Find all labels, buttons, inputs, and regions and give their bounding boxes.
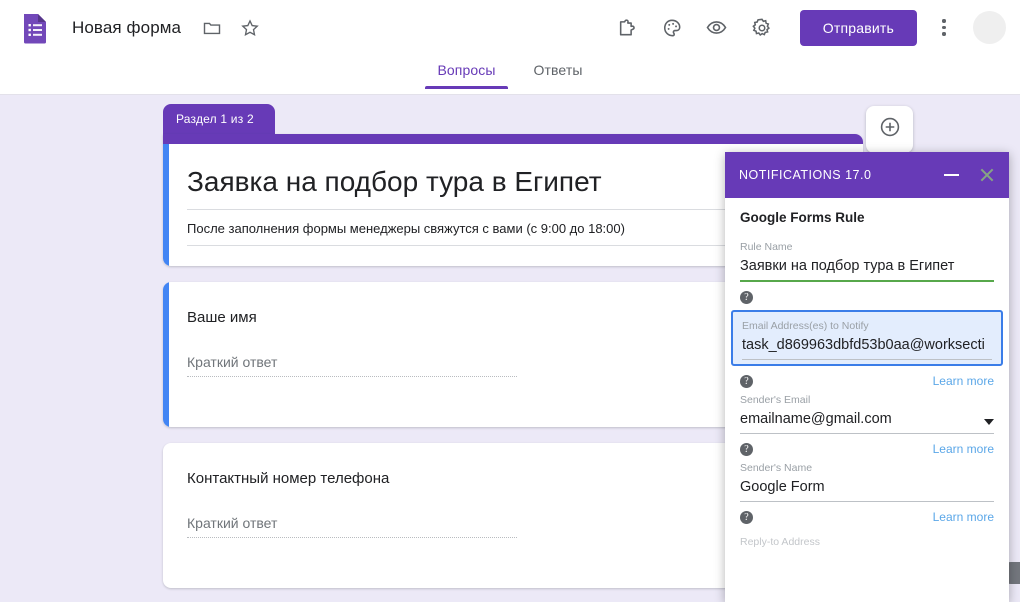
close-icon[interactable]: [979, 167, 995, 183]
three-dot-menu-icon[interactable]: [931, 15, 957, 41]
short-answer-placeholder: Краткий ответ: [187, 354, 517, 377]
help-circle-icon[interactable]: ?: [740, 290, 753, 304]
selected-accent-bar: [163, 144, 169, 266]
help-circle-icon[interactable]: ?: [740, 510, 753, 524]
learn-more-link[interactable]: Learn more: [933, 374, 994, 388]
tab-bar: Вопросы Ответы: [0, 55, 1020, 95]
panel-heading: Google Forms Rule: [740, 210, 865, 225]
field-value[interactable]: task_d869963dbfd53b0aa@worksecti: [742, 337, 992, 359]
toolbar-actions: [613, 14, 776, 42]
notifications-panel: NOTIFICATIONS 17.0 Google Forms Rule Rul…: [725, 152, 1009, 602]
avatar[interactable]: [973, 11, 1006, 44]
tab-questions[interactable]: Вопросы: [425, 55, 508, 89]
add-circle-icon: [878, 115, 902, 144]
field-help-row: ? Learn more: [740, 504, 994, 530]
field-underline: [740, 433, 994, 434]
send-button[interactable]: Отправить: [799, 9, 917, 46]
title-color-strip: [163, 134, 863, 144]
panel-body: Google Forms Rule Rule Name Заявки на по…: [725, 198, 1009, 548]
panel-header: NOTIFICATIONS 17.0: [725, 152, 1009, 198]
learn-more-link[interactable]: Learn more: [933, 442, 994, 456]
field-value[interactable]: Заявки на подбор тура в Египет: [740, 258, 994, 280]
app-root: Новая форма Отправить Вопросы Ответы Раз…: [0, 0, 1020, 602]
field-underline: [742, 359, 992, 360]
star-icon[interactable]: [237, 15, 263, 41]
dot: [942, 19, 946, 23]
chevron-down-icon[interactable]: [984, 419, 994, 425]
field-label: Rule Name: [740, 241, 793, 253]
puzzle-icon[interactable]: [613, 14, 641, 42]
dot: [942, 25, 946, 30]
select-row[interactable]: emailname@gmail.com: [740, 411, 994, 433]
panel-title: NOTIFICATIONS 17.0: [739, 168, 872, 182]
google-forms-logo-icon[interactable]: [18, 11, 52, 45]
add-question-button[interactable]: [866, 106, 913, 153]
selected-accent-bar: [163, 282, 169, 427]
minimize-icon[interactable]: [944, 174, 959, 176]
field-underline: [740, 501, 994, 502]
gear-icon[interactable]: [748, 14, 776, 42]
help-circle-icon[interactable]: ?: [740, 374, 753, 388]
panel-window-buttons: [944, 167, 995, 183]
folder-icon[interactable]: [199, 15, 225, 41]
top-app-bar: Новая форма Отправить: [0, 0, 1020, 55]
field-rule-name[interactable]: Rule Name Заявки на подбор тура в Египет…: [740, 241, 994, 310]
palette-icon[interactable]: [658, 14, 686, 42]
field-help-row: ? Learn more: [740, 436, 994, 462]
field-label: Email Address(es) to Notify: [742, 320, 869, 332]
short-answer-placeholder: Краткий ответ: [187, 515, 517, 538]
field-value[interactable]: emailname@gmail.com: [740, 411, 892, 433]
document-title[interactable]: Новая форма: [72, 18, 181, 38]
field-help-row: ?: [740, 284, 994, 310]
learn-more-link[interactable]: Learn more: [933, 510, 994, 524]
field-label: Sender's Email: [740, 394, 811, 406]
eye-icon[interactable]: [703, 14, 731, 42]
section-chip[interactable]: Раздел 1 из 2: [163, 104, 275, 134]
field-label: Sender's Name: [740, 462, 813, 474]
field-help-row: ? Learn more: [740, 368, 994, 394]
field-value[interactable]: Google Form: [740, 479, 994, 501]
field-senders-email[interactable]: Sender's Email emailname@gmail.com ? Lea…: [740, 394, 994, 462]
field-email-addresses-to-notify[interactable]: Email Address(es) to Notify task_d869963…: [731, 310, 1003, 366]
tab-responses[interactable]: Ответы: [522, 55, 595, 89]
dot: [942, 32, 946, 36]
field-underline: [740, 280, 994, 282]
help-circle-icon[interactable]: ?: [740, 442, 753, 456]
field-senders-name[interactable]: Sender's Name Google Form ? Learn more: [740, 462, 994, 530]
field-label-reply-to-address: Reply-to Address: [740, 536, 820, 548]
